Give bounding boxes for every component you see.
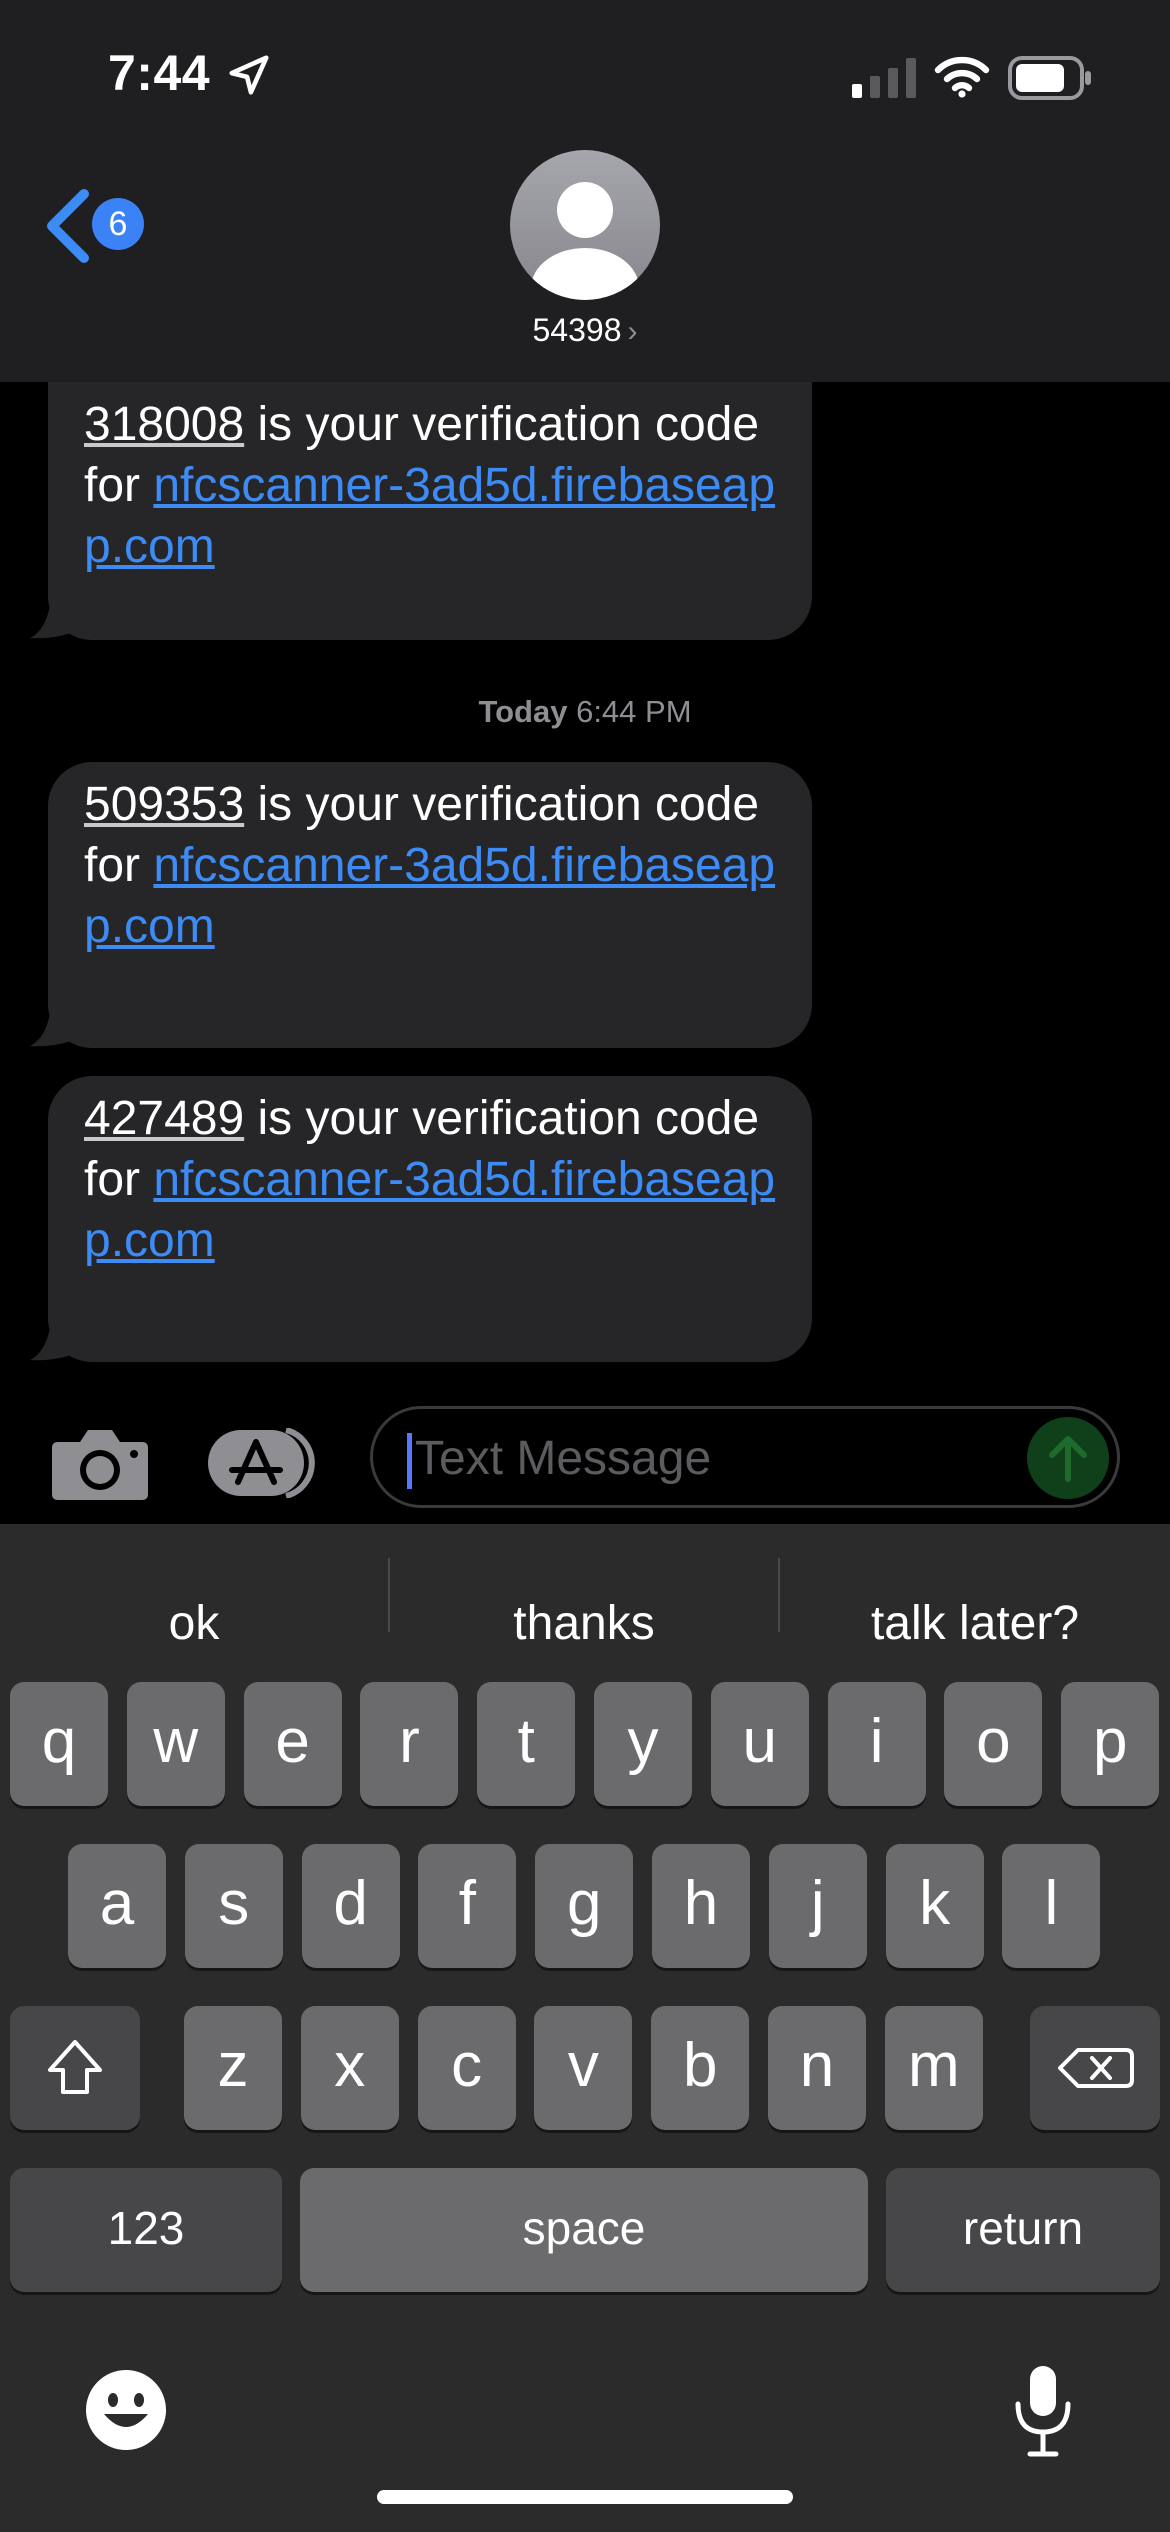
person-icon [531,182,639,300]
key-u[interactable]: u [710,1682,809,1806]
suggestion-thanks[interactable]: thanks [390,1564,778,1684]
delete-key[interactable] [1030,2006,1160,2130]
key-k[interactable]: k [885,1844,984,1968]
key-w[interactable]: w [126,1682,225,1806]
backspace-icon [1058,2048,1134,2088]
emoji-icon[interactable] [84,2368,168,2452]
message-input-placeholder: Text Message [415,1432,712,1485]
conversation-header: 7:44 6 54398 › [0,0,1170,382]
message-bubble[interactable]: 427489 is your verification code for nfc… [48,1076,812,1362]
back-button[interactable]: 6 [44,180,164,270]
key-h[interactable]: h [652,1844,750,1968]
app-store-icon[interactable] [206,1428,320,1498]
message-link[interactable]: nfcscanner-3ad5d.firebaseapp.com [84,839,775,953]
key-a[interactable]: a [68,1844,166,1968]
message-link[interactable]: nfcscanner-3ad5d.firebaseapp.com [84,459,775,573]
key-c[interactable]: c [417,2006,516,2130]
key-p[interactable]: p [1061,1682,1160,1806]
message-bubble[interactable]: 318008 is your verification code for nfc… [48,382,812,640]
space-key[interactable]: space [300,2168,868,2292]
home-indicator [377,2490,793,2504]
key-j[interactable]: j [768,1844,867,1968]
contact-name: 54398 [532,312,622,348]
key-d[interactable]: d [301,1844,400,1968]
key-x[interactable]: x [300,2006,399,2130]
message-list[interactable]: 318008 is your verification code for nfc… [0,382,1170,1390]
key-q[interactable]: q [10,1682,108,1806]
timestamp-day: Today [478,694,568,729]
key-g[interactable]: g [535,1844,634,1968]
key-m[interactable]: m [884,2006,983,2130]
cellular-signal-icon [852,58,916,98]
key-o[interactable]: o [944,1682,1043,1806]
bubble-tail [30,588,86,639]
key-i[interactable]: i [827,1682,926,1806]
status-time: 7:44 [108,45,211,101]
message-input[interactable]: Text Message [370,1406,1120,1508]
verification-code[interactable]: 427489 [84,1092,244,1145]
shift-icon [48,2040,102,2094]
verification-code[interactable]: 318008 [84,398,244,451]
message-bubble[interactable]: 509353 is your verification code for nfc… [48,762,812,1048]
suggestion-talk-later[interactable]: talk later? [780,1564,1170,1684]
key-y[interactable]: y [594,1682,692,1806]
send-button[interactable] [1027,1417,1109,1499]
battery-icon [1008,56,1091,100]
timestamp-time: 6:44 PM [576,694,692,729]
verification-code[interactable]: 509353 [84,778,244,831]
compose-bar: Text Message [0,1390,1170,1524]
location-arrow-icon [229,55,269,95]
key-z[interactable]: z [184,2006,282,2130]
shift-key[interactable] [10,2006,140,2130]
key-e[interactable]: e [243,1682,342,1806]
keyboard: ok thanks talk later? qwertyuiop asdfghj… [0,1524,1170,2532]
key-l[interactable]: l [1002,1844,1101,1968]
key-b[interactable]: b [651,2006,750,2130]
contact-avatar[interactable] [510,150,660,300]
suggestion-ok[interactable]: ok [0,1564,388,1684]
key-f[interactable]: f [418,1844,517,1968]
unread-count-badge: 6 [92,198,144,250]
camera-icon[interactable] [50,1426,150,1502]
message-link[interactable]: nfcscanner-3ad5d.firebaseapp.com [84,1153,775,1267]
bubble-tail [30,996,86,1047]
key-t[interactable]: t [477,1682,576,1806]
bubble-tail [30,1310,86,1361]
microphone-icon[interactable] [1010,2364,1076,2460]
return-key[interactable]: return [886,2168,1160,2292]
key-r[interactable]: r [360,1682,459,1806]
numbers-key[interactable]: 123 [10,2168,282,2292]
arrow-up-icon [1049,1436,1087,1482]
contact-name-button[interactable]: 54398 › [0,312,1170,349]
key-s[interactable]: s [184,1844,283,1968]
key-n[interactable]: n [768,2006,866,2130]
timestamp: Today 6:44 PM [0,694,1170,730]
wifi-icon [934,56,990,98]
key-v[interactable]: v [534,2006,633,2130]
text-cursor [407,1433,412,1489]
chevron-left-icon [47,189,89,263]
chevron-right-icon: › [627,315,638,348]
